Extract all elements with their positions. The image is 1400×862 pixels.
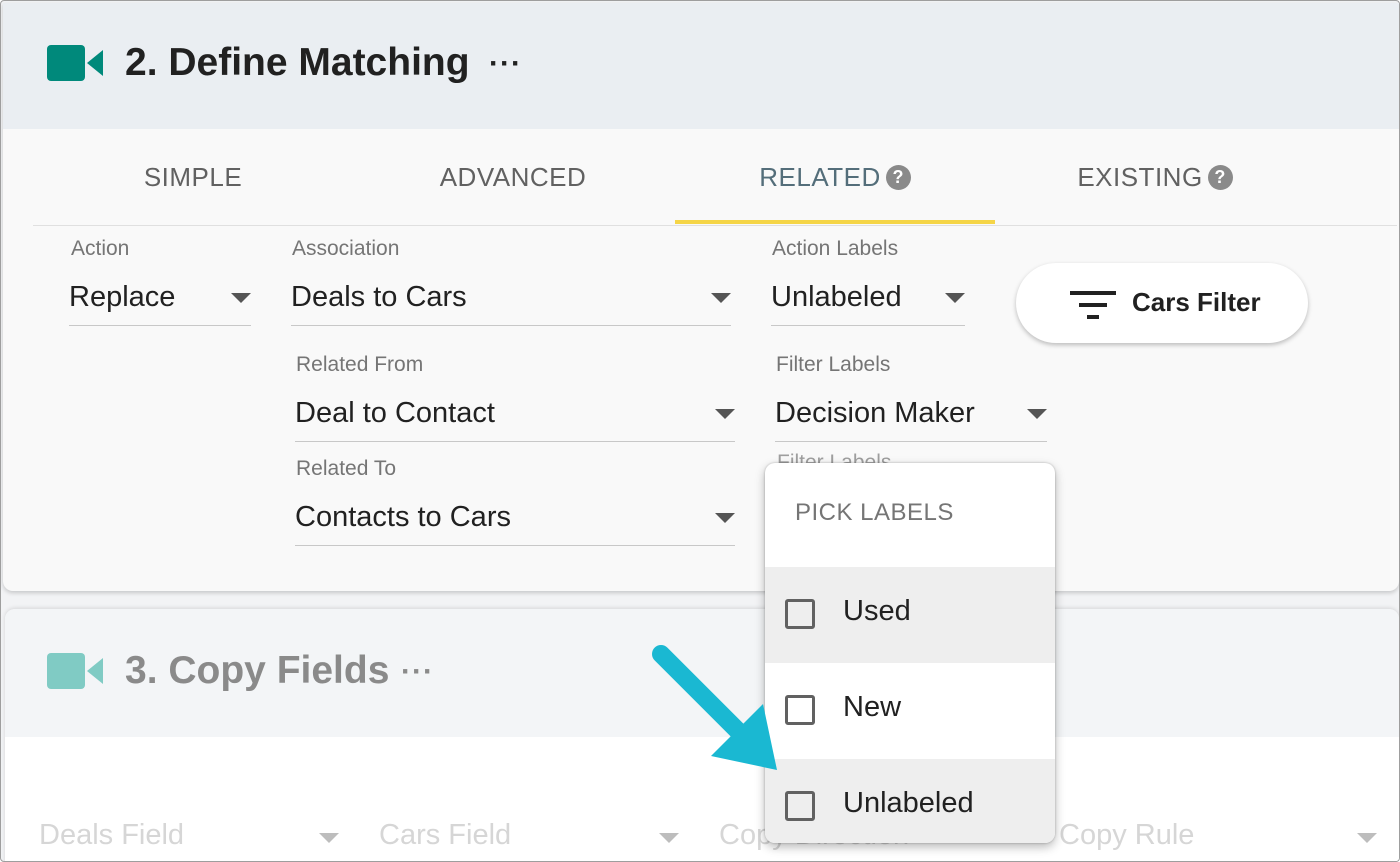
dropdown-arrow-icon <box>231 293 251 303</box>
menu-item-used[interactable]: Used <box>765 567 1055 663</box>
tab-advanced[interactable]: ADVANCED <box>353 129 673 225</box>
dropdown-arrow-icon <box>319 833 339 843</box>
dropdown-arrow-icon <box>1027 409 1047 419</box>
related-from-label: Related From <box>296 353 424 376</box>
more-options-icon[interactable]: ··· <box>401 655 434 689</box>
filter-labels-value: Decision Maker <box>775 397 975 429</box>
dropdown-arrow-icon <box>945 293 965 303</box>
menu-item-label: Used <box>843 595 911 627</box>
tab-existing[interactable]: EXISTING ? <box>995 129 1315 225</box>
menu-item-label: New <box>843 691 902 723</box>
association-label: Association <box>292 237 400 260</box>
tab-label: ADVANCED <box>439 161 587 192</box>
dropdown-arrow-icon <box>711 293 731 303</box>
related-to-value: Contacts to Cars <box>295 501 511 533</box>
dropdown-arrow-icon <box>715 513 735 523</box>
checkbox-unchecked-icon[interactable] <box>785 791 815 821</box>
video-camera-icon <box>47 45 103 81</box>
help-icon[interactable]: ? <box>1207 164 1233 190</box>
related-to-select[interactable]: Contacts to Cars <box>295 499 735 546</box>
association-select[interactable]: Deals to Cars <box>291 279 731 326</box>
menu-item-label: Unlabeled <box>843 787 974 819</box>
copy-rule-select[interactable]: Copy Rule <box>1059 819 1194 859</box>
cars-field-select[interactable]: Cars Field <box>379 819 511 859</box>
menu-item-new[interactable]: New <box>765 663 1055 759</box>
cars-filter-label: Cars Filter <box>1132 287 1261 317</box>
dropdown-arrow-icon <box>715 409 735 419</box>
active-tab-indicator <box>675 220 995 224</box>
tab-related[interactable]: RELATED ? <box>675 129 995 225</box>
tab-label: SIMPLE <box>143 161 243 192</box>
action-select[interactable]: Replace <box>69 279 251 326</box>
app-frame: 2. Define Matching ··· SIMPLE ADVANCED R… <box>0 0 1400 862</box>
more-options-icon[interactable]: ··· <box>489 47 522 81</box>
action-labels-select[interactable]: Unlabeled <box>771 279 965 326</box>
related-from-value: Deal to Contact <box>295 397 495 429</box>
filter-icon <box>1070 291 1116 319</box>
related-from-select[interactable]: Deal to Contact <box>295 395 735 442</box>
define-matching-header: 2. Define Matching ··· <box>3 3 1399 129</box>
cars-filter-button[interactable]: Cars Filter <box>1016 263 1308 343</box>
action-labels-label: Action Labels <box>772 237 899 260</box>
checkbox-unchecked-icon[interactable] <box>785 599 815 629</box>
help-icon[interactable]: ? <box>885 164 911 190</box>
tab-label: RELATED <box>759 161 881 192</box>
annotation-arrow-icon <box>652 645 777 770</box>
dropdown-arrow-icon <box>659 833 679 843</box>
menu-header: PICK LABELS <box>795 499 954 526</box>
action-labels-value: Unlabeled <box>771 281 902 313</box>
related-to-label: Related To <box>296 457 397 480</box>
deals-field-select[interactable]: Deals Field <box>39 819 184 859</box>
section-title: 3. Copy Fields <box>125 649 390 692</box>
action-value: Replace <box>69 281 176 313</box>
tab-label: EXISTING <box>1077 161 1203 192</box>
menu-item-unlabeled[interactable]: Unlabeled <box>765 759 1055 843</box>
dropdown-arrow-icon <box>1357 833 1377 843</box>
filter-labels-label: Filter Labels <box>776 353 891 376</box>
action-label: Action <box>71 237 130 260</box>
matching-tabs: SIMPLE ADVANCED RELATED ? EXISTING ? <box>33 129 1397 226</box>
section-title: 2. Define Matching <box>125 41 470 84</box>
video-camera-icon <box>47 653 103 689</box>
association-value: Deals to Cars <box>291 281 467 313</box>
tab-simple[interactable]: SIMPLE <box>33 129 353 225</box>
filter-labels-select[interactable]: Decision Maker <box>775 395 1047 442</box>
pick-labels-menu: PICK LABELS Used New Unlabeled <box>765 463 1055 843</box>
